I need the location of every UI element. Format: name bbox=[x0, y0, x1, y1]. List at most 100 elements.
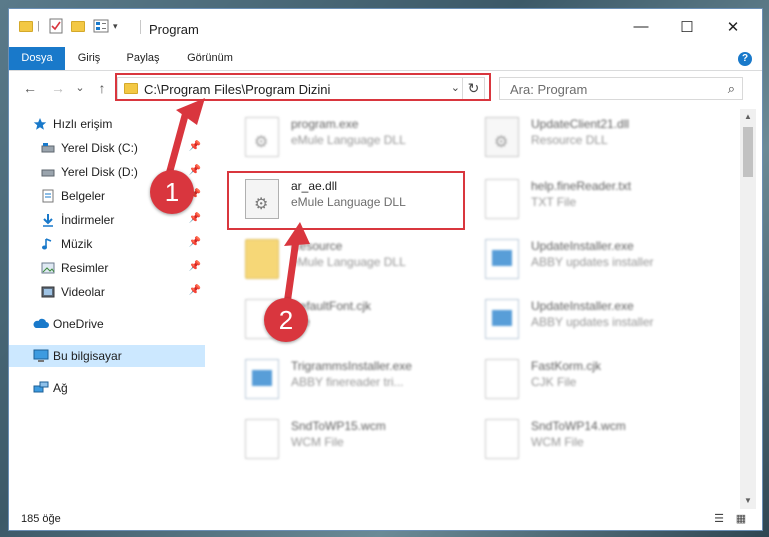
search-icon[interactable]: ⌕ bbox=[728, 81, 735, 97]
address-path[interactable]: C:\Program Files\Program Dizini bbox=[144, 82, 330, 97]
file-item[interactable]: UpdateInstaller.exe ABBY updates install… bbox=[485, 291, 715, 347]
back-button[interactable]: ← bbox=[21, 77, 39, 99]
help-icon[interactable]: ? bbox=[738, 52, 752, 66]
file-name: help.fineReader.txt bbox=[531, 179, 632, 193]
file-type: ABBY updates installer bbox=[531, 315, 654, 329]
folder-icon bbox=[245, 239, 279, 279]
sidebar-item-label: Resimler bbox=[61, 261, 109, 275]
cloud-icon bbox=[33, 317, 49, 331]
up-button[interactable]: ↑ bbox=[93, 77, 111, 99]
properties-icon[interactable] bbox=[49, 18, 63, 34]
sidebar-item-disk-c[interactable]: Yerel Disk (C:) 📌 bbox=[9, 137, 205, 159]
pin-icon[interactable]: 📌 bbox=[189, 261, 201, 272]
file-item[interactable]: SndToWP15.wcm WCM File bbox=[245, 411, 475, 467]
scroll-down-icon[interactable]: ▼ bbox=[740, 493, 756, 509]
file-name: program.exe bbox=[291, 117, 359, 131]
file-type: WCM File bbox=[531, 435, 584, 449]
drive-icon bbox=[41, 141, 55, 155]
sidebar-item-label: Yerel Disk (D:) bbox=[61, 165, 138, 179]
file-icon bbox=[485, 359, 519, 399]
search-box[interactable]: Ara: Program ⌕ bbox=[499, 77, 743, 100]
file-name: SndToWP14.wcm bbox=[531, 419, 626, 433]
explorer-window: | ▾ Program — ☐ ✕ Dosya Giriş Paylaş Gör… bbox=[8, 8, 763, 531]
file-item-ar-ae-dll[interactable]: ⚙ ar_ae.dll eMule Language DLL bbox=[245, 171, 475, 227]
file-type: eMule Language DLL bbox=[291, 195, 406, 209]
view-options-icon[interactable] bbox=[93, 18, 109, 34]
sidebar-item-label: OneDrive bbox=[53, 317, 104, 331]
tab-giris[interactable]: Giriş bbox=[69, 47, 109, 70]
program-icon: ⚙ bbox=[245, 117, 279, 157]
vertical-scrollbar[interactable]: ▲ ▼ bbox=[740, 109, 756, 509]
address-dropdown-icon[interactable]: ⌄ bbox=[451, 81, 460, 94]
file-name: UpdateClient21.dll bbox=[531, 117, 630, 131]
forward-button[interactable]: → bbox=[49, 77, 67, 99]
file-item[interactable]: UpdateInstaller.exe ABBY updates install… bbox=[485, 231, 715, 287]
file-item[interactable]: help.fineReader.txt TXT File bbox=[485, 171, 715, 227]
search-input[interactable]: Ara: Program bbox=[510, 82, 587, 97]
recent-locations-button[interactable]: ⌄ bbox=[71, 77, 89, 99]
drive-icon bbox=[41, 165, 55, 179]
sidebar-item-label: Ağ bbox=[53, 381, 68, 395]
new-folder-icon[interactable] bbox=[71, 18, 85, 34]
file-name: ar_ae.dll bbox=[291, 179, 338, 193]
details-view-icon[interactable]: ☰ bbox=[711, 512, 727, 526]
file-icon bbox=[245, 419, 279, 459]
step-2-badge: 2 bbox=[264, 298, 308, 342]
file-name: SndToWP15.wcm bbox=[291, 419, 386, 433]
file-type: WCM File bbox=[291, 435, 344, 449]
pictures-icon bbox=[41, 261, 55, 275]
music-icon bbox=[41, 237, 55, 251]
installer-icon bbox=[485, 299, 519, 339]
sidebar-item-quick-access[interactable]: Hızlı erişim bbox=[9, 113, 205, 135]
network-icon bbox=[33, 381, 49, 395]
file-item[interactable]: ⚙ UpdateClient21.dll Resource DLL bbox=[485, 109, 715, 165]
dll-icon: ⚙ bbox=[485, 117, 519, 157]
customize-toolbar-icon[interactable]: ▾ bbox=[113, 18, 118, 34]
sidebar-item-this-pc[interactable]: Bu bilgisayar bbox=[9, 345, 205, 367]
file-item[interactable]: ⚙ program.exe eMule Language DLL bbox=[245, 109, 475, 165]
pin-icon[interactable]: 📌 bbox=[189, 141, 201, 152]
sidebar-item-network[interactable]: Ağ bbox=[9, 377, 205, 399]
tab-paylas[interactable]: Paylaş bbox=[119, 47, 167, 70]
refresh-button[interactable]: ↻ bbox=[462, 78, 484, 99]
file-type: eMule Language DLL bbox=[291, 133, 406, 147]
computer-icon bbox=[33, 349, 49, 363]
sidebar-item-pictures[interactable]: Resimler 📌 bbox=[9, 257, 205, 279]
pin-icon[interactable]: 📌 bbox=[189, 237, 201, 248]
navigation-pane: Hızlı erişim Yerel Disk (C:) 📌 Yerel Dis… bbox=[9, 109, 205, 507]
file-name: Resource bbox=[291, 239, 343, 253]
file-item[interactable]: FastKorm.cjk CJK File bbox=[485, 351, 715, 407]
tab-dosya[interactable]: Dosya bbox=[9, 47, 65, 70]
address-bar[interactable]: C:\Program Files\Program Dizini ⌄ ↻ bbox=[117, 77, 485, 100]
large-icons-view-icon[interactable]: ▦ bbox=[733, 512, 749, 526]
window-title: Program bbox=[149, 22, 199, 37]
sidebar-item-label: Hızlı erişim bbox=[53, 117, 113, 131]
sidebar-item-onedrive[interactable]: OneDrive bbox=[9, 313, 205, 335]
sidebar-item-videos[interactable]: Videolar 📌 bbox=[9, 281, 205, 303]
file-item[interactable]: TrigrammsInstaller.exe ABBY finereader t… bbox=[245, 351, 475, 407]
download-icon bbox=[41, 213, 55, 227]
file-item[interactable]: Resource eMule Language DLL bbox=[245, 231, 475, 287]
file-name: TrigrammsInstaller.exe bbox=[291, 359, 412, 373]
scroll-thumb[interactable] bbox=[743, 127, 753, 177]
pin-icon[interactable]: 📌 bbox=[189, 165, 201, 176]
minimize-button[interactable]: — bbox=[618, 9, 664, 44]
dll-icon: ⚙ bbox=[245, 179, 279, 219]
maximize-button[interactable]: ☐ bbox=[664, 9, 710, 44]
address-folder-icon bbox=[124, 83, 138, 94]
pin-icon[interactable]: 📌 bbox=[189, 285, 201, 296]
title-separator bbox=[140, 20, 141, 34]
sidebar-item-music[interactable]: Müzik 📌 bbox=[9, 233, 205, 255]
sidebar-item-label: Videolar bbox=[61, 285, 105, 299]
title-bar: | ▾ Program — ☐ ✕ bbox=[9, 9, 762, 44]
sidebar-item-label: Bu bilgisayar bbox=[53, 349, 122, 363]
close-button[interactable]: ✕ bbox=[710, 9, 756, 44]
sidebar-item-label: Müzik bbox=[61, 237, 93, 251]
folder-icon[interactable] bbox=[19, 18, 33, 34]
scroll-up-icon[interactable]: ▲ bbox=[740, 109, 756, 125]
separator-icon: | bbox=[37, 20, 40, 32]
file-icon bbox=[485, 419, 519, 459]
pin-icon[interactable]: 📌 bbox=[189, 213, 201, 224]
file-item[interactable]: SndToWP14.wcm WCM File bbox=[485, 411, 715, 467]
tab-gorunum[interactable]: Görünüm bbox=[179, 47, 241, 70]
